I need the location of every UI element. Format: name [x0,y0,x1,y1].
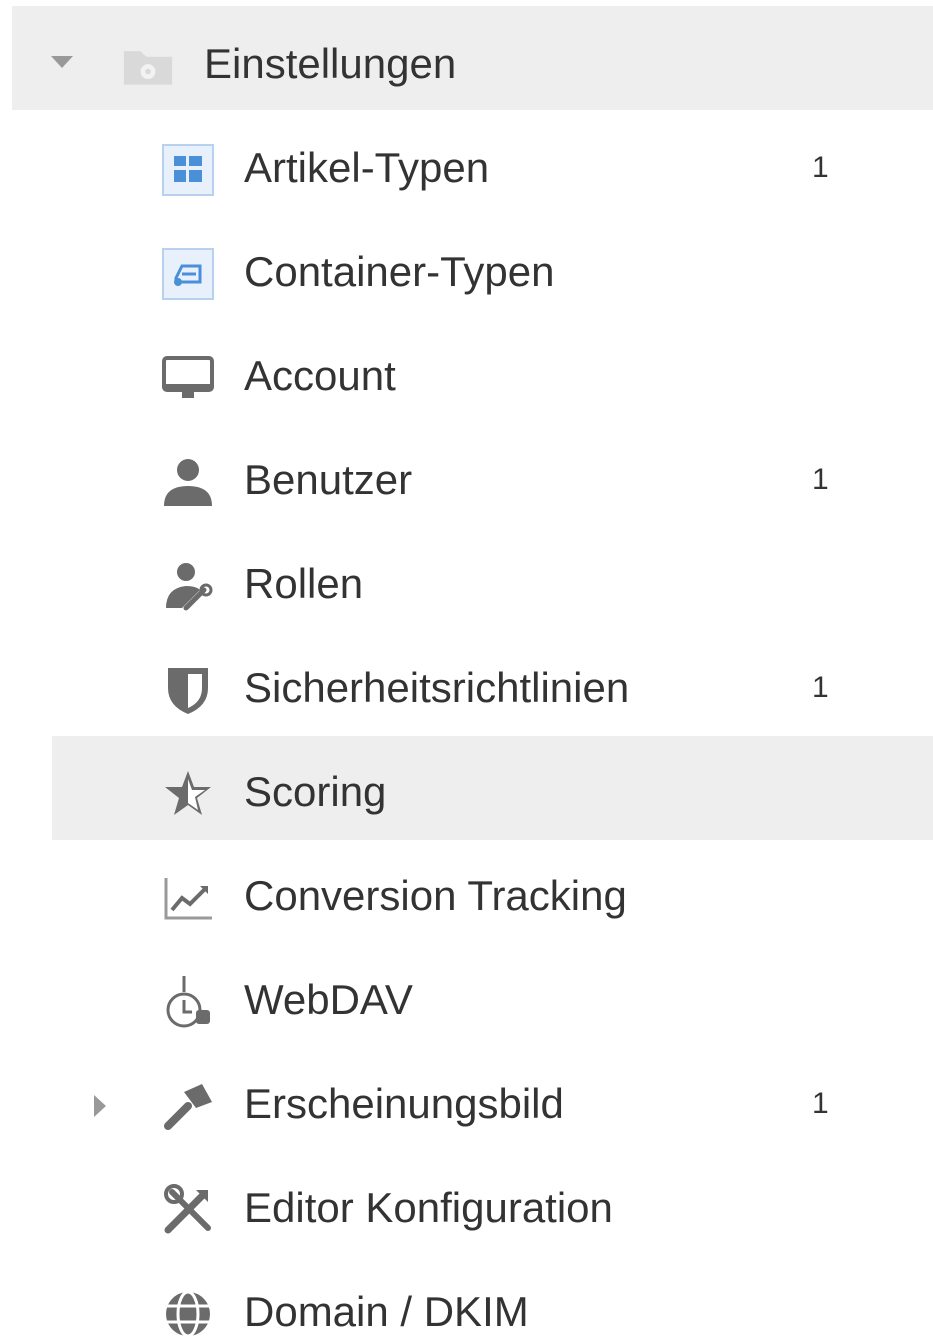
tree-item-label: Conversion Tracking [244,872,627,919]
tree-item-editor-konfiguration[interactable]: Editor Konfiguration [52,1154,933,1258]
monitor-icon [162,352,214,404]
tree-item-label: Rollen [244,560,364,607]
tree-item-container-typen[interactable]: Container-Typen [52,218,933,322]
tree-item-domain-dkim[interactable]: Domain / DKIM [52,1258,933,1340]
tree-item-label: Benutzer [244,456,413,503]
hammer-icon [162,1080,214,1132]
count-badge: 1 [812,1087,829,1120]
container-types-icon [162,248,214,300]
star-icon [162,768,214,820]
user-wrench-icon [162,560,214,612]
tree-item-label: Container-Typen [244,248,555,295]
tree-item-webdav[interactable]: WebDAV [52,946,933,1050]
shield-icon [162,664,214,716]
tree-root-einstellungen[interactable]: Einstellungen [12,6,933,110]
tree-item-label: Scoring [244,768,387,815]
tree-item-label: Sicherheitsrichtlinien [244,664,630,711]
count-badge: 1 [812,151,829,184]
tree-item-scoring[interactable]: Scoring [52,736,933,840]
tree-item-account[interactable]: Account [52,322,933,426]
tree-item-artikel-typen[interactable]: Artikel-Typen 1 [52,114,933,218]
tree-item-label: Erscheinungsbild [244,1080,564,1127]
tree-item-benutzer[interactable]: Benutzer 1 [52,426,933,530]
webdav-icon [162,976,214,1028]
count-badge: 1 [812,671,829,704]
tree-item-label: WebDAV [244,976,413,1023]
tree-item-label: Editor Konfiguration [244,1184,613,1231]
tree-item-rollen[interactable]: Rollen [52,530,933,634]
tree-item-label: Account [244,352,396,399]
tree-item-label: Domain / DKIM [244,1288,529,1335]
article-types-icon [162,144,214,196]
chevron-down-icon[interactable] [50,50,74,74]
user-icon [162,456,214,508]
globe-icon [162,1288,214,1340]
tree-root-label: Einstellungen [204,40,457,87]
folder-settings-icon [122,40,174,92]
tree-item-conversion-tracking[interactable]: Conversion Tracking [52,842,933,946]
count-badge: 1 [812,463,829,496]
tree-item-label: Artikel-Typen [244,144,490,191]
chevron-right-icon[interactable] [88,1094,112,1118]
line-chart-icon [162,872,214,924]
tools-icon [162,1184,214,1236]
tree-item-sicherheitsrichtlinien[interactable]: Sicherheitsrichtlinien 1 [52,634,933,738]
tree-item-erscheinungsbild[interactable]: Erscheinungsbild 1 [52,1050,933,1154]
